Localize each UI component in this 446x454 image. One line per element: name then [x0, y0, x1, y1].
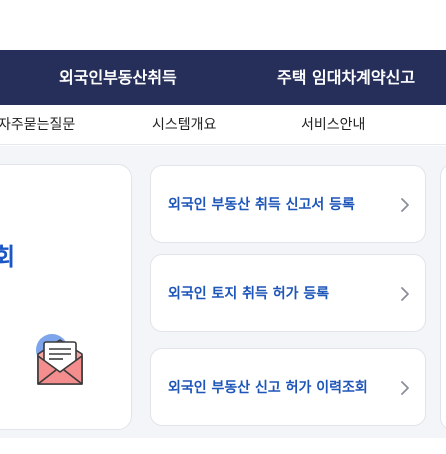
feature-card[interactable]: 래 조회	[0, 164, 132, 430]
main-nav: 외국인부동산취득 주택 임대차계약신고	[0, 50, 446, 105]
menu-card-label: 외국인 부동산 신고 허가 이력조회	[168, 380, 368, 396]
top-header	[0, 0, 446, 50]
feature-title-line-2: 조회	[0, 243, 16, 271]
subnav-item-faq[interactable]: 자주묻는질문	[0, 105, 75, 144]
subnav-item-system-overview[interactable]: 시스템개요	[152, 105, 216, 144]
page-bottom	[0, 438, 446, 454]
chevron-right-icon	[401, 287, 409, 301]
nav-item-lease-report[interactable]: 주택 임대차계약신고	[277, 50, 415, 105]
envelope-document-icon	[36, 334, 83, 385]
menu-card-land-permit[interactable]: 외국인 토지 취득 허가 등록	[150, 254, 426, 332]
main-content: 래 조회 외국인 부동산 취득 신고서 등록 외국인 토지 취득 허가 등록 외…	[0, 146, 446, 438]
chevron-right-icon	[401, 198, 409, 212]
nav-item-foreigner-acquisition[interactable]: 외국인부동산취득	[59, 50, 177, 105]
menu-card-acquisition-report[interactable]: 외국인 부동산 취득 신고서 등록	[150, 165, 426, 243]
menu-card-history-lookup[interactable]: 외국인 부동산 신고 허가 이력조회	[150, 348, 426, 426]
subnav-item-service-guide[interactable]: 서비스안내	[301, 105, 365, 144]
chevron-right-icon	[401, 381, 409, 395]
menu-card-label: 외국인 부동산 취득 신고서 등록	[168, 197, 355, 213]
feature-title-line-1: 래	[0, 205, 129, 240]
menu-card-label: 외국인 토지 취득 허가 등록	[168, 286, 330, 302]
next-card-partial[interactable]	[440, 164, 446, 430]
feature-card-title: 래 조회	[0, 205, 131, 275]
sub-nav: 자주묻는질문 시스템개요 서비스안내	[0, 105, 446, 145]
